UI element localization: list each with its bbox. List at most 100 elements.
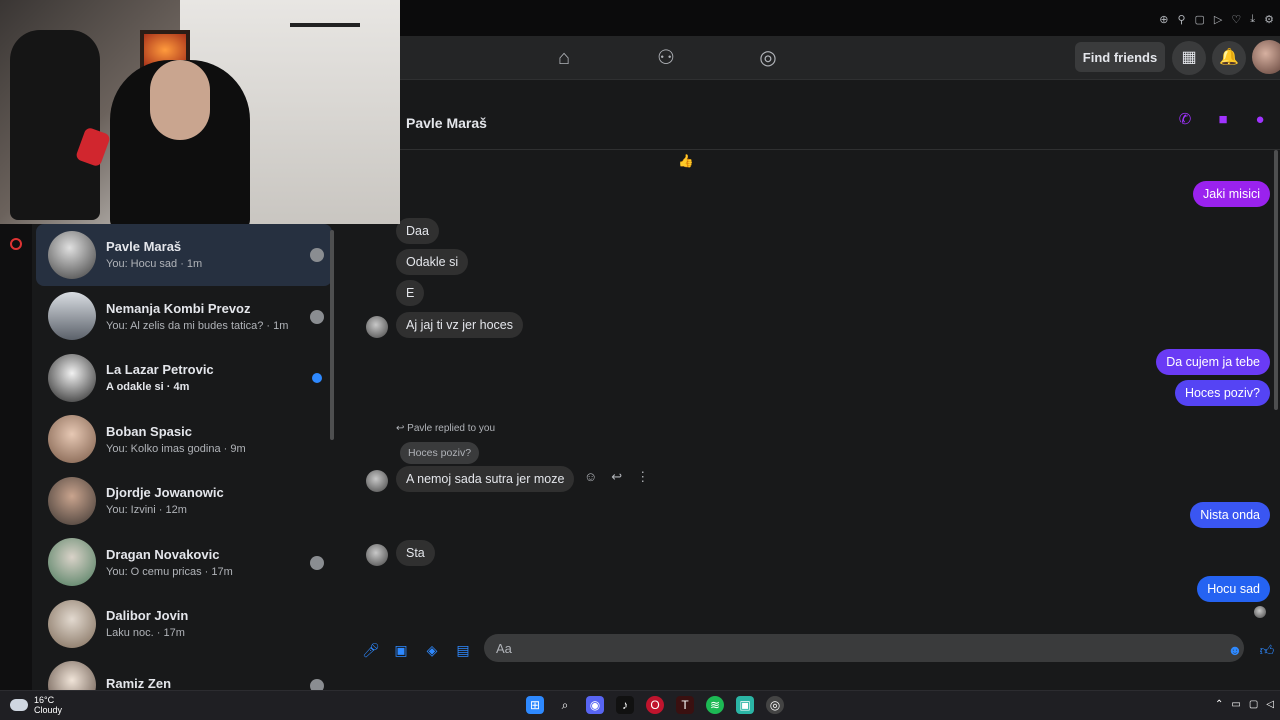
conversation-item[interactable]: Dalibor Jovin Laku noc. · 17m xyxy=(36,593,332,655)
conversation-name: Pavle Maraš xyxy=(106,239,182,255)
outgoing-message[interactable]: Nista onda xyxy=(1190,502,1270,528)
incoming-message[interactable]: Sta xyxy=(396,540,435,566)
obs-icon[interactable]: ◎ xyxy=(766,696,784,714)
outgoing-message[interactable]: Hocu sad xyxy=(1197,576,1270,602)
reaction-emoji: 👍 xyxy=(678,154,694,168)
chat-app-icon[interactable]: ▣ xyxy=(736,696,754,714)
reply-note: ↩ Pavle replied to you xyxy=(396,423,495,434)
conversation-preview: Laku noc. · 17m xyxy=(106,627,185,640)
seen-avatar-icon xyxy=(1254,606,1266,618)
conversation-item[interactable]: Ramiz Zen xyxy=(36,655,332,690)
chat-contact-name[interactable]: Pavle Maraš xyxy=(406,115,487,131)
discord-icon[interactable]: ◉ xyxy=(586,696,604,714)
contact-avatar xyxy=(366,544,388,566)
tf-app-icon[interactable]: T xyxy=(676,696,694,714)
top-navbar: ⌂ ⚇ ◎ Find friends ▦ 🔔 xyxy=(400,36,1280,80)
outgoing-message[interactable]: Jaki misici xyxy=(1193,181,1270,207)
weather-condition: Cloudy xyxy=(34,705,63,715)
react-emoji-icon[interactable]: ☺ xyxy=(584,469,597,485)
account-avatar[interactable] xyxy=(1252,40,1280,74)
cloud-icon xyxy=(10,699,28,711)
outgoing-message[interactable]: Hoces poziv? xyxy=(1174,380,1270,406)
window-icon[interactable]: ▢ xyxy=(1195,13,1205,26)
settings-icon[interactable]: ⚙ xyxy=(1264,13,1274,26)
taskbar-apps: ⊞ ⌕ ◉ ♪ O T ≋ ▣ ◎ xyxy=(526,696,784,714)
message-input[interactable] xyxy=(484,634,1244,662)
webcam-chair xyxy=(10,30,100,220)
webcam-face xyxy=(150,60,210,140)
conversation-name: Ramiz Zen xyxy=(106,675,172,690)
conversation-list-scrollbar[interactable] xyxy=(330,230,334,440)
incoming-message[interactable]: Odakle si xyxy=(396,249,469,275)
find-friends-button[interactable]: Find friends xyxy=(1075,42,1165,72)
video-call-icon[interactable]: ■ xyxy=(1214,111,1232,129)
more-options-icon[interactable]: ⋮ xyxy=(636,469,649,485)
search-icon[interactable]: ⌕ xyxy=(556,696,574,714)
contact-avatar xyxy=(366,316,388,338)
unread-dot-icon xyxy=(312,373,322,383)
conversation-item[interactable]: Pavle Maraš You: Hocu sad · 1m xyxy=(36,224,332,286)
conversation-name: Nemanja Kombi Prevoz xyxy=(106,300,251,316)
heart-icon[interactable]: ♡ xyxy=(1231,13,1241,26)
emoji-icon[interactable]: ☻ xyxy=(1226,641,1244,659)
image-icon[interactable]: ▣ xyxy=(392,641,410,659)
sticker-icon[interactable]: ◈ xyxy=(423,641,441,659)
incoming-message[interactable]: Aj jaj ti vz jer hoces xyxy=(396,312,523,338)
os-taskbar: 16°C Cloudy ⊞ ⌕ ◉ ♪ O T ≋ ▣ ◎ ⌃ ▭ ▢ ◁ xyxy=(0,690,1280,720)
microphone-icon[interactable]: 🎤︎ xyxy=(362,641,380,659)
opera-icon[interactable]: O xyxy=(646,696,664,714)
reply-quote[interactable]: Hoces poziv? xyxy=(400,442,480,464)
conversation-item[interactable]: Djordje Jowanowic You: Izvini · 12m xyxy=(36,470,332,532)
seen-avatar-icon xyxy=(310,248,324,262)
seen-avatar-icon xyxy=(310,555,324,570)
notifications-bell-icon[interactable]: 🔔 xyxy=(1212,41,1246,75)
rail-record-icon[interactable] xyxy=(10,238,22,250)
home-icon[interactable]: ⌂ xyxy=(552,46,576,70)
conversation-item[interactable]: Nemanja Kombi Prevoz You: Al zelis da mi… xyxy=(36,286,332,348)
conversation-item[interactable]: La Lazar Petrovic A odakle si · 4m xyxy=(36,347,332,409)
menu-grid-icon[interactable]: ▦ xyxy=(1172,41,1206,75)
windows-start-icon[interactable]: ⊞ xyxy=(526,696,544,714)
avatar xyxy=(48,353,96,402)
download-icon[interactable]: ⤓ xyxy=(1250,13,1255,26)
conversation-name: Djordje Jowanowic xyxy=(106,485,224,501)
conversation-item[interactable]: Boban Spasic You: Kolko imas godina · 9m xyxy=(36,409,332,471)
network-icon[interactable]: ▭ xyxy=(1231,699,1240,710)
zoom-icon[interactable]: ⊕ xyxy=(1159,13,1168,26)
conversation-preview: A odakle si · 4m xyxy=(106,381,190,394)
conversation-item[interactable]: Dragan Novakovic You: O cemu pricas · 17… xyxy=(36,532,332,594)
incoming-message[interactable]: Daa xyxy=(396,218,439,244)
conversation-preview: You: O cemu pricas · 17m xyxy=(106,565,233,578)
groups-icon[interactable]: ◎ xyxy=(756,46,780,70)
seen-avatar-icon xyxy=(310,309,324,324)
outgoing-message[interactable]: Da cujem ja tebe xyxy=(1156,349,1270,375)
chevron-up-icon[interactable]: ⌃ xyxy=(1215,699,1223,710)
avatar xyxy=(48,415,96,464)
incoming-message[interactable]: A nemoj sada sutra jer moze xyxy=(396,466,575,492)
friends-icon[interactable]: ⚇ xyxy=(654,46,678,70)
tiktok-icon[interactable]: ♪ xyxy=(616,696,634,714)
info-icon[interactable]: ● xyxy=(1251,111,1269,129)
incoming-message[interactable]: E xyxy=(396,280,425,306)
seen-avatar-icon xyxy=(310,678,324,690)
display-icon[interactable]: ▢ xyxy=(1249,699,1258,710)
spotify-icon[interactable]: ≋ xyxy=(706,696,724,714)
avatar xyxy=(48,476,96,525)
reply-icon[interactable]: ↩ xyxy=(611,469,622,485)
volume-icon[interactable]: ◁ xyxy=(1266,699,1274,710)
gif-icon[interactable]: ▤ xyxy=(454,641,472,659)
contact-avatar xyxy=(366,470,388,492)
pin-icon[interactable]: ⚲ xyxy=(1177,13,1185,26)
play-icon[interactable]: ▷ xyxy=(1214,13,1222,26)
conversation-preview: You: Al zelis da mi budes tatica? · 1m xyxy=(106,319,289,332)
thumbs-up-icon[interactable]: 👍︎ xyxy=(1258,641,1276,659)
conversation-list: Pavle Maraš You: Hocu sad · 1m Nemanja K… xyxy=(32,224,338,690)
voice-call-icon[interactable]: ✆ xyxy=(1176,111,1194,129)
chat-scrollbar[interactable] xyxy=(1274,150,1278,410)
message-actions: ☺ ↩ ⋮ xyxy=(584,469,649,485)
weather-temp: 16°C xyxy=(34,695,55,705)
reply-note-text: Pavle replied to you xyxy=(407,423,496,434)
chat-header: Pavle Maraš ✆ ■ ● xyxy=(400,96,1280,150)
chat-panel: Pavle Maraš ✆ ■ ● 👍 Jaki misici Daa Odak… xyxy=(338,80,1280,690)
weather-widget[interactable]: 16°C Cloudy xyxy=(10,695,62,715)
